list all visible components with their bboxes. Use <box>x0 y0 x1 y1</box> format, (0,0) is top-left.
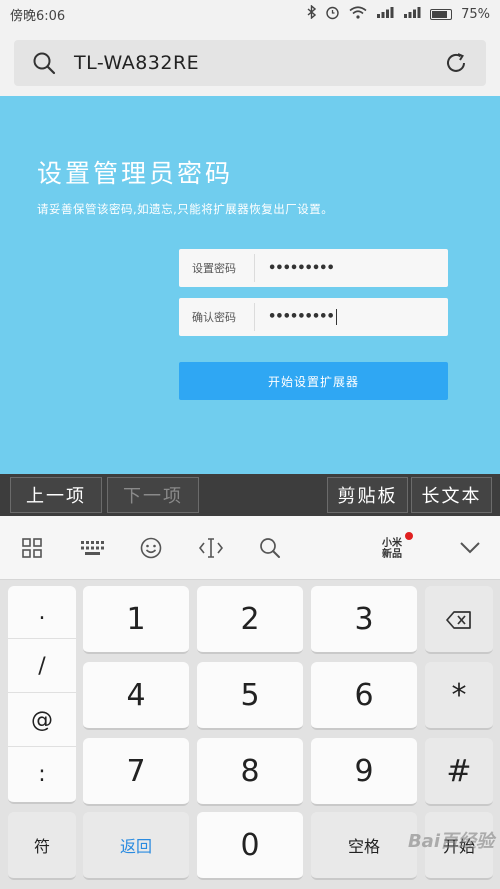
keyboard-icon[interactable] <box>78 534 106 562</box>
key-7[interactable]: 7 <box>83 738 189 806</box>
key-1[interactable]: 1 <box>83 586 189 654</box>
mi-new-products-label: 小米新品 <box>382 538 402 560</box>
key-8[interactable]: 8 <box>197 738 303 806</box>
page-title: 设置管理员密码 <box>37 159 234 188</box>
signal-icon <box>403 6 421 22</box>
start-setup-button[interactable]: 开始设置扩展器 <box>179 362 448 400</box>
confirm-password-field[interactable]: 确认密码 ••••••••• <box>179 298 448 336</box>
search-icon[interactable] <box>256 534 284 562</box>
search-icon[interactable] <box>14 51 74 75</box>
status-icons: 75% <box>307 4 490 24</box>
backspace-icon <box>446 602 472 637</box>
grid-icon[interactable] <box>18 534 46 562</box>
long-text-button[interactable]: 长文本 <box>411 477 492 513</box>
next-field-button[interactable]: 下一项 <box>107 477 199 513</box>
confirm-password-label: 确认密码 <box>179 303 255 331</box>
key-6[interactable]: 6 <box>311 662 417 730</box>
refresh-icon[interactable] <box>426 51 486 75</box>
battery-icon <box>430 8 453 20</box>
cursor-icon[interactable] <box>197 534 225 562</box>
wifi-icon <box>349 5 367 23</box>
key-2[interactable]: 2 <box>197 586 303 654</box>
set-password-field[interactable]: 设置密码 ••••••••• <box>179 249 448 287</box>
key-star[interactable]: * <box>425 662 493 730</box>
input-toolbar: 上一项 下一项 剪贴板 长文本 <box>0 474 500 516</box>
battery-percent: 75% <box>461 6 490 22</box>
notification-dot <box>405 532 413 540</box>
key-dot[interactable]: . <box>8 586 76 639</box>
prev-field-button[interactable]: 上一项 <box>10 477 102 513</box>
key-9[interactable]: 9 <box>311 738 417 806</box>
clipboard-button[interactable]: 剪贴板 <box>327 477 408 513</box>
keyboard-icon-row: 小米新品 <box>0 516 500 580</box>
bluetooth-icon <box>307 4 317 23</box>
symbol-column: . / @ : <box>8 586 76 804</box>
url-text[interactable]: TL-WA832RE <box>74 52 426 74</box>
browser-bar: TL-WA832RE <box>0 28 500 96</box>
watermark: Bai百经验 <box>407 831 494 852</box>
key-3[interactable]: 3 <box>311 586 417 654</box>
space-key[interactable]: 空格 <box>311 812 417 880</box>
key-at[interactable]: @ <box>8 694 76 747</box>
page-description: 请妥善保管该密码,如遗忘,只能将扩展器恢复出厂设置。 <box>37 202 334 216</box>
return-key[interactable]: 返回 <box>83 812 189 880</box>
web-page: 设置管理员密码 请妥善保管该密码,如遗忘,只能将扩展器恢复出厂设置。 设置密码 … <box>0 96 500 474</box>
text-caret <box>335 309 337 325</box>
confirm-password-value: ••••••••• <box>268 309 335 325</box>
numeric-keyboard: . / @ : 1 2 3 4 5 6 * 7 8 9 # 符 返回 0 空格 … <box>0 580 500 889</box>
key-0[interactable]: 0 <box>197 812 303 880</box>
key-hash[interactable]: # <box>425 738 493 806</box>
status-bar: 傍晚6:06 75% <box>0 0 500 28</box>
key-5[interactable]: 5 <box>197 662 303 730</box>
backspace-key[interactable] <box>425 586 493 654</box>
symbol-key[interactable]: 符 <box>8 812 76 880</box>
status-time: 傍晚6:06 <box>10 8 66 24</box>
emoji-icon[interactable] <box>137 534 165 562</box>
chevron-down-icon[interactable] <box>456 534 484 562</box>
mi-new-products-icon[interactable]: 小米新品 <box>379 538 405 560</box>
confirm-password-input[interactable]: ••••••••• <box>255 309 337 325</box>
key-colon[interactable]: : <box>8 748 76 801</box>
key-4[interactable]: 4 <box>83 662 189 730</box>
signal-icon <box>376 6 394 22</box>
key-slash[interactable]: / <box>8 640 76 693</box>
set-password-label: 设置密码 <box>179 254 255 282</box>
set-password-input[interactable]: ••••••••• <box>255 261 335 276</box>
alarm-icon <box>325 5 340 24</box>
url-field[interactable]: TL-WA832RE <box>14 40 486 86</box>
